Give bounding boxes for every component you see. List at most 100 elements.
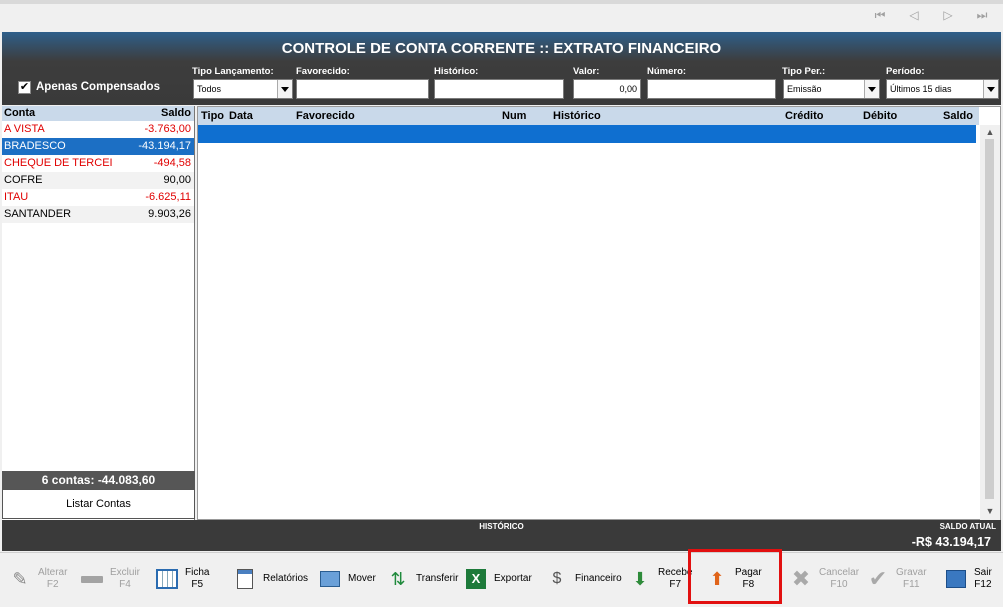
periodo-select[interactable]: Últimos 15 dias (886, 79, 999, 99)
alterar-button[interactable]: ✎ Alterar F2 (8, 553, 67, 605)
last-record-icon[interactable]: ⏭ (974, 8, 990, 22)
selected-row[interactable] (198, 125, 976, 143)
first-record-icon[interactable]: ⏮ (872, 8, 888, 22)
money-bag-icon: $ (552, 570, 562, 587)
top-divider (0, 0, 1003, 4)
account-name: BRADESCO (4, 140, 66, 152)
account-name: SANTANDER (4, 208, 72, 220)
account-row[interactable]: SANTANDER 9.903,26 (2, 206, 194, 223)
excel-icon: X (464, 567, 488, 591)
mover-label: Mover (348, 573, 376, 584)
status-bar: HISTÓRICO SALDO ATUAL -R$ 43.194,17 (2, 520, 1001, 551)
column-header-credito[interactable]: Crédito (785, 110, 824, 122)
action-toolbar: ✎ Alterar F2 Excluir F4 Ficha F5 Relatórios… (0, 552, 1003, 607)
account-row[interactable]: ITAU -6.625,11 (2, 189, 194, 206)
next-record-icon[interactable]: ▷ (940, 8, 956, 22)
relatorios-button[interactable]: Relatórios (233, 553, 308, 605)
top-nav-bar: ⏮ ◁ ▷ ⏭ (0, 0, 1003, 30)
chevron-down-icon[interactable] (864, 80, 879, 98)
account-name: COFRE (4, 174, 43, 186)
account-saldo: 90,00 (163, 174, 191, 186)
scroll-up-icon[interactable]: ▲ (985, 127, 995, 137)
historico-input[interactable] (434, 79, 564, 99)
sair-button[interactable]: Sair F12 (944, 553, 992, 605)
alterar-label: Alterar (38, 567, 68, 578)
ficha-label: Ficha (185, 567, 210, 578)
account-row[interactable]: BRADESCO -43.194,17 (2, 138, 194, 155)
saldo-column-header: Saldo (161, 107, 191, 119)
account-name: A VISTA (4, 123, 45, 135)
tipo-lancamento-select[interactable]: Todos (193, 79, 293, 99)
cancelar-button[interactable]: ✖ Cancelar F10 (789, 553, 859, 605)
download-green-icon: ⬇ (632, 568, 648, 589)
tipo-lancamento-value: Todos (197, 84, 222, 94)
vertical-scrollbar[interactable]: ▲ ▼ (980, 125, 1000, 520)
gravar-button[interactable]: ✔ Gravar F11 (866, 553, 927, 605)
account-row[interactable]: CHEQUE DE TERCEIROS -494,58 (2, 155, 194, 172)
highlight-box (688, 549, 782, 604)
sair-key: F12 (974, 579, 992, 590)
account-row[interactable]: COFRE 90,00 (2, 172, 194, 189)
transferir-button[interactable]: ⇅ Transferir (386, 553, 458, 605)
accounts-list-header: Conta Saldo (2, 106, 194, 121)
cancelar-label: Cancelar (819, 567, 860, 578)
column-header-saldo[interactable]: Saldo (943, 110, 973, 122)
periodo-label: Período: (886, 66, 925, 77)
account-saldo: -43.194,17 (138, 140, 191, 152)
exit-icon (944, 567, 968, 591)
conta-column-header: Conta (4, 107, 36, 119)
column-header-debito[interactable]: Débito (863, 110, 897, 122)
ficha-key: F5 (191, 579, 204, 590)
favorecido-label: Favorecido: (296, 66, 350, 77)
column-header-tipo[interactable]: Tipo (201, 110, 224, 122)
listar-contas-button[interactable]: Listar Contas (2, 489, 195, 519)
apenas-compensados-label: Apenas Compensados (36, 81, 160, 93)
valor-label: Valor: (573, 66, 600, 77)
exportar-button[interactable]: X Exportar (464, 553, 532, 605)
report-icon (233, 567, 257, 591)
gravar-key: F11 (903, 579, 920, 590)
favorecido-input[interactable] (296, 79, 429, 99)
chevron-down-icon[interactable] (983, 80, 998, 98)
excluir-key: F4 (119, 579, 131, 590)
previous-record-icon[interactable]: ◁ (906, 8, 922, 22)
gravar-label: Gravar (896, 567, 927, 578)
numero-input[interactable] (647, 79, 776, 99)
tipo-lancamento-label: Tipo Lançamento: (192, 66, 274, 77)
column-header-num[interactable]: Num (502, 110, 526, 122)
saldo-atual-value: -R$ 43.194,17 (911, 535, 991, 549)
financeiro-label: Financeiro (575, 573, 622, 584)
account-saldo: -3.763,00 (144, 123, 191, 135)
statement-grid: Tipo Data Favorecido Num Histórico Crédi… (197, 106, 1001, 520)
mover-button[interactable]: Mover (318, 553, 376, 605)
periodo-value: Últimos 15 dias (890, 84, 952, 94)
numero-label: Número: (647, 66, 687, 77)
scroll-down-icon[interactable]: ▼ (985, 506, 995, 516)
account-name: CHEQUE DE TERCEIROS (4, 157, 112, 169)
account-saldo: -6.625,11 (145, 191, 191, 203)
ficha-button[interactable]: Ficha F5 (155, 553, 209, 605)
alterar-key: F2 (46, 579, 59, 590)
tipo-per-select[interactable]: Emissão (783, 79, 880, 99)
page-title: CONTROLE DE CONTA CORRENTE :: EXTRATO FI… (281, 40, 722, 57)
receber-button[interactable]: ⬇ Recebe F7 (628, 553, 692, 605)
pencil-icon: ✎ (12, 568, 28, 589)
account-row[interactable]: A VISTA -3.763,00 (2, 121, 194, 138)
tipo-per-label: Tipo Per.: (782, 66, 826, 77)
saldo-atual-label: SALDO ATUAL (939, 522, 996, 531)
column-header-historico[interactable]: Histórico (553, 110, 601, 122)
account-name: ITAU (4, 191, 29, 203)
chevron-down-icon[interactable] (277, 80, 292, 98)
financeiro-button[interactable]: $ Financeiro (545, 553, 622, 605)
checkmark-icon: ✔ (868, 566, 888, 591)
apenas-compensados-checkbox[interactable]: ✔ (18, 81, 31, 94)
valor-input[interactable]: 0,00 (573, 79, 641, 99)
app-window: ⏮ ◁ ▷ ⏭ CONTROLE DE CONTA CORRENTE :: EX… (0, 0, 1003, 607)
relatorios-label: Relatórios (263, 573, 309, 584)
cancelar-key: F10 (830, 579, 848, 590)
column-header-data[interactable]: Data (229, 110, 253, 122)
column-header-favorecido[interactable]: Favorecido (296, 110, 355, 122)
excluir-button[interactable]: Excluir F4 (80, 553, 140, 605)
account-saldo: -494,58 (153, 157, 191, 169)
scrollbar-thumb[interactable] (985, 139, 994, 499)
